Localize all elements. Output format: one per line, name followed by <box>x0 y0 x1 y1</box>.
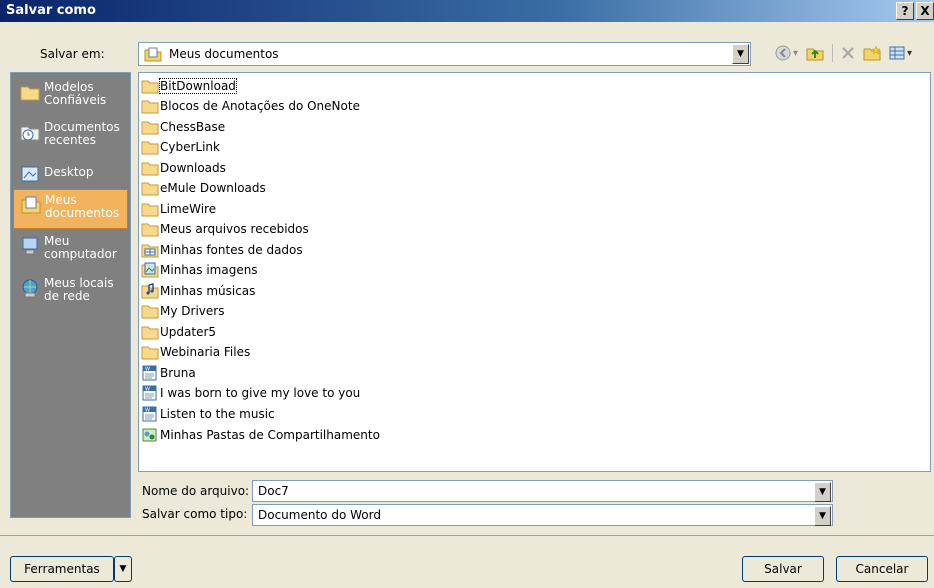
chevron-down-icon[interactable]: ▼ <box>732 44 749 64</box>
places-bar: Modelos Confiáveis Documentos recentes D… <box>10 72 131 518</box>
list-item[interactable]: BitDownload <box>141 76 237 96</box>
folder-icon <box>141 305 159 319</box>
place-label: Meus documentos <box>45 193 120 220</box>
list-item[interactable]: Blocos de Anotações do OneNote <box>141 96 360 116</box>
place-my-documents[interactable]: Meus documentos <box>13 189 128 229</box>
location-value: Meus documentos <box>169 47 279 61</box>
place-label: Modelos Confiáveis <box>44 80 107 107</box>
views-icon[interactable]: ▾ <box>889 46 912 60</box>
datasource-folder-icon <box>141 244 159 258</box>
folder-icon <box>141 121 159 135</box>
pictures-folder-icon <box>141 262 159 278</box>
place-recent-documents[interactable]: Documentos recentes <box>13 117 128 157</box>
folder-icon <box>141 182 159 196</box>
file-list[interactable]: BitDownload Blocos de Anotações do OneNo… <box>138 72 931 472</box>
list-item[interactable]: Minhas Pastas de Compartilhamento <box>141 425 380 445</box>
folder-icon <box>141 326 159 340</box>
cancel-label: Cancelar <box>855 562 909 576</box>
desktop-icon <box>21 166 39 182</box>
chevron-down-icon[interactable]: ▼ <box>814 482 831 502</box>
word-document-icon: W <box>142 406 157 422</box>
cancel-button[interactable]: Cancelar <box>836 556 928 582</box>
my-documents-icon <box>144 47 162 62</box>
folder-icon <box>20 86 40 101</box>
list-item[interactable]: W I was born to give my love to you <box>141 383 360 403</box>
list-item[interactable]: LimeWire <box>141 199 216 219</box>
list-item[interactable]: Minhas fontes de dados <box>141 240 303 260</box>
music-folder-icon <box>141 283 159 299</box>
folder-icon <box>141 223 159 237</box>
list-item[interactable]: W Bruna <box>141 363 196 383</box>
folder-icon <box>141 346 159 360</box>
list-item[interactable]: My Drivers <box>141 301 224 321</box>
filetype-select[interactable]: Documento do Word ▼ <box>252 504 833 526</box>
svg-text:W: W <box>145 367 150 373</box>
folder-icon <box>141 100 159 114</box>
save-label: Salvar <box>764 562 802 576</box>
shared-folders-icon <box>142 428 157 442</box>
title-bar: Salvar como ? X <box>0 0 934 22</box>
list-item[interactable]: Downloads <box>141 158 226 178</box>
svg-text:W: W <box>145 387 150 393</box>
filename-input[interactable]: Doc7 ▼ <box>252 480 833 502</box>
chevron-down-icon[interactable]: ▼ <box>814 506 831 526</box>
list-item[interactable]: Updater5 <box>141 322 216 342</box>
computer-icon <box>22 237 38 255</box>
svg-text:W: W <box>145 408 150 414</box>
tools-button[interactable]: Ferramentas <box>10 556 114 582</box>
list-item[interactable]: W Listen to the music <box>141 404 275 424</box>
list-item[interactable]: Minhas imagens <box>141 260 258 280</box>
back-icon[interactable]: ▾ <box>775 45 798 61</box>
filetype-value: Documento do Word <box>258 508 381 522</box>
help-button[interactable]: ? <box>896 2 914 20</box>
folder-icon <box>141 162 159 176</box>
list-item[interactable]: CyberLink <box>141 137 220 157</box>
filename-label: Nome do arquivo: <box>142 484 250 498</box>
recent-docs-icon <box>20 126 40 141</box>
save-in-label: Salvar em: <box>40 47 105 61</box>
place-network[interactable]: Meus locais de rede <box>13 273 128 313</box>
list-item[interactable]: eMule Downloads <box>141 178 266 198</box>
filename-value: Doc7 <box>258 484 289 498</box>
word-document-icon: W <box>142 365 157 381</box>
word-document-icon: W <box>142 385 157 401</box>
up-folder-icon[interactable] <box>806 45 824 61</box>
folder-icon <box>141 141 159 155</box>
place-label: Meus locais de rede <box>44 276 114 303</box>
list-item[interactable]: ChessBase <box>141 117 225 137</box>
place-my-computer[interactable]: Meu computador <box>13 231 128 271</box>
list-item[interactable]: Meus arquivos recebidos <box>141 219 309 239</box>
place-label: Meu computador <box>44 234 117 261</box>
toolbar: ▾ ▾ <box>775 44 912 62</box>
new-folder-icon[interactable] <box>863 45 881 61</box>
place-label: Documentos recentes <box>44 120 120 147</box>
place-trusted-templates[interactable]: Modelos Confiáveis <box>13 77 128 117</box>
delete-icon[interactable] <box>841 46 855 60</box>
my-documents-icon <box>21 196 41 214</box>
location-dropdown[interactable]: Meus documentos ▼ <box>138 42 751 66</box>
network-icon <box>22 279 38 298</box>
tools-label: Ferramentas <box>24 562 100 576</box>
window-title: Salvar como <box>6 3 96 18</box>
tools-dropdown-arrow[interactable]: ▼ <box>114 556 132 582</box>
list-item[interactable]: Webinaria Files <box>141 342 250 362</box>
save-button[interactable]: Salvar <box>742 556 824 582</box>
folder-icon <box>141 203 159 217</box>
filetype-label: Salvar como tipo: <box>142 507 248 521</box>
divider <box>0 535 934 536</box>
folder-icon <box>141 80 159 94</box>
toolbar-separator <box>832 44 834 62</box>
list-item[interactable]: Minhas músicas <box>141 281 255 301</box>
place-label: Desktop <box>44 165 94 179</box>
close-button[interactable]: X <box>916 2 934 20</box>
